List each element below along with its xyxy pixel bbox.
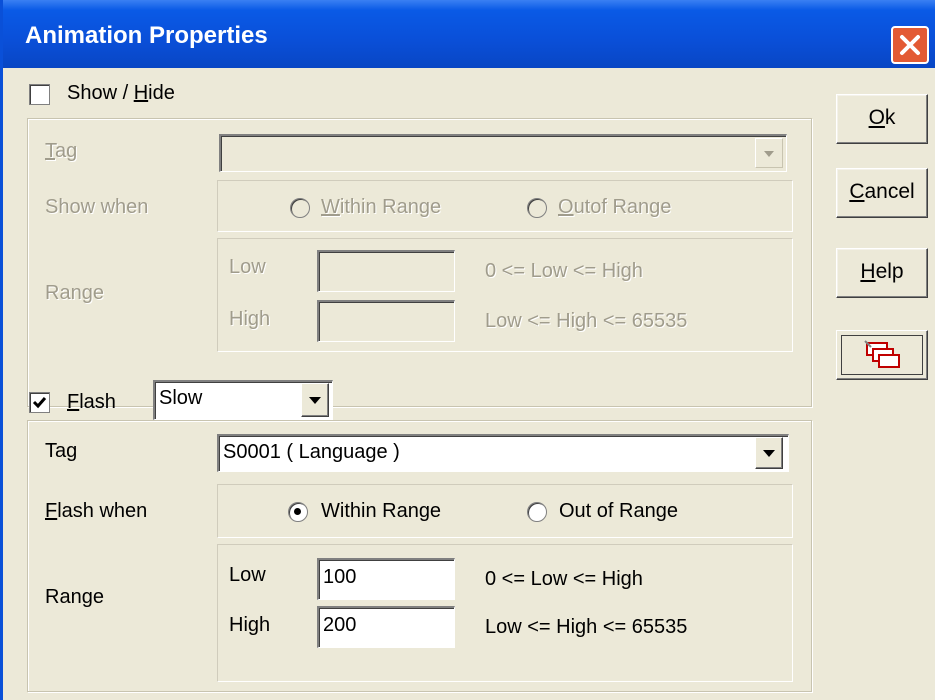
close-icon [900,35,920,55]
dialog-window: Animation Properties Show / Hide Tag Sho… [0,0,935,700]
dialog-body: Show / Hide Tag Show when Within Range O… [3,68,935,700]
flash-high-input[interactable]: 200 [317,606,455,648]
show-hide-checkbox[interactable] [29,84,50,105]
chevron-down-icon [764,151,774,157]
chevron-down-icon [763,450,775,457]
flash-checkbox[interactable] [29,392,50,413]
show-range-group [217,238,793,352]
show-hide-label: Show / Hide [67,82,175,104]
stack-tool-button[interactable] [836,330,928,380]
chevron-down-icon [309,397,321,404]
show-high-label: High [229,308,271,330]
cancel-button[interactable]: Cancel [836,168,928,218]
flash-low-label: Low [229,564,266,586]
show-out-of-range-radio[interactable] [527,198,547,218]
show-high-input[interactable] [317,300,455,342]
show-within-range-label: Within Range [321,196,442,218]
show-low-label: Low [229,256,266,278]
show-range-label: Range [45,282,104,304]
title-bar[interactable]: Animation Properties [3,0,935,68]
flash-low-hint: 0 <= Low <= High [485,568,643,590]
flash-tag-dropdown-button[interactable] [755,437,783,469]
show-when-label: Show when [45,196,149,218]
flash-tag-select[interactable]: S0001 ( Language ) [217,434,789,472]
flash-range-label: Range [45,586,104,608]
show-within-range-radio[interactable] [290,198,310,218]
flash-high-label: High [229,614,271,636]
flash-within-range-radio[interactable] [288,502,308,522]
show-out-of-range-label: Outof Range [558,196,672,218]
ok-button[interactable]: Ok [836,94,928,144]
show-tag-dropdown-button[interactable] [755,138,783,168]
close-button[interactable] [891,26,929,64]
show-low-hint: 0 <= Low <= High [485,260,643,282]
window-title: Animation Properties [25,22,268,49]
show-high-hint: Low <= High <= 65535 [485,310,688,332]
flash-within-range-label: Within Range [321,500,442,522]
show-tag-select[interactable] [219,134,787,172]
checkmark-icon [32,397,47,409]
flash-range-group [217,544,793,682]
help-button[interactable]: Help [836,248,928,298]
flash-high-hint: Low <= High <= 65535 [485,616,688,638]
flash-when-label: Flash when [45,500,148,522]
show-tag-label: Tag [45,140,78,162]
flash-label: Flash [67,391,116,413]
flash-out-of-range-radio[interactable] [527,502,547,522]
flash-out-of-range-label: Out of Range [559,500,678,522]
flash-speed-dropdown-button[interactable] [301,383,329,417]
flash-low-input[interactable]: 100 [317,558,455,600]
show-low-input[interactable] [317,250,455,292]
layers-icon [864,340,900,368]
flash-tag-label: Tag [45,440,78,462]
